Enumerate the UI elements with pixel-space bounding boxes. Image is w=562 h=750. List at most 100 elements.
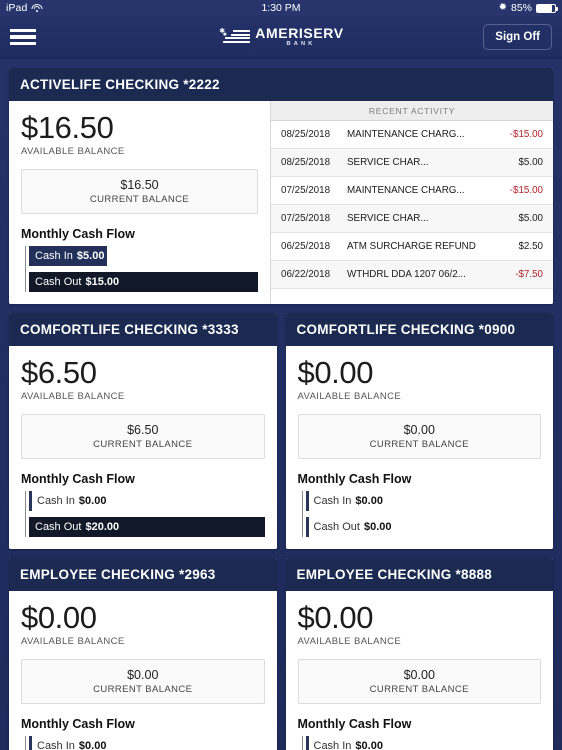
account-summary-pane: $0.00 AVAILABLE BALANCE $0.00 CURRENT BA… (286, 346, 554, 549)
account-card-title: EMPLOYEE CHECKING *8888 (285, 558, 553, 591)
current-balance-amount: $16.50 (120, 178, 159, 192)
current-balance-box: $0.00 CURRENT BALANCE (21, 659, 265, 704)
device-name: iPad (6, 2, 28, 14)
current-balance-box: $0.00 CURRENT BALANCE (297, 414, 541, 459)
cash-out-label: Cash Out (35, 521, 82, 533)
cash-in-zero-label: Cash In $0.00 (37, 736, 106, 750)
status-bar-right: ✹ 85% (498, 2, 558, 14)
cash-in-label: Cash In (37, 495, 75, 507)
available-balance-label: AVAILABLE BALANCE (297, 391, 402, 402)
brand-logo: ✱ ✱ AMERISERV BANK (0, 16, 562, 58)
recent-activity-header: RECENT ACTIVITY (271, 101, 553, 121)
monthly-cash-flow-chart: Cash In $0.00 Cash Out $0.00 (21, 736, 265, 750)
account-card-body: $0.00 AVAILABLE BALANCE $0.00 CURRENT BA… (285, 591, 554, 750)
available-balance-amount: $0.00 (21, 600, 97, 635)
cash-out-label: Cash Out (35, 276, 82, 288)
app-navigation-bar: ✱ ✱ AMERISERV BANK Sign Off (0, 16, 562, 59)
current-balance-label: CURRENT BALANCE (93, 439, 193, 450)
account-card-title: EMPLOYEE CHECKING *2963 (9, 558, 277, 591)
transaction-amount: -$7.50 (515, 269, 543, 280)
current-balance-amount: $0.00 (403, 668, 435, 682)
cash-in-bar-row: Cash In $0.00 (302, 491, 542, 511)
transaction-row[interactable]: 06/25/2018 ATM SURCHARGE REFUND $2.50 (271, 233, 553, 261)
hamburger-menu-icon[interactable] (10, 27, 36, 47)
current-balance-box: $6.50 CURRENT BALANCE (21, 414, 265, 459)
cash-in-bar-row: Cash In $0.00 (25, 736, 265, 750)
brand-name: AMERISERV (255, 25, 344, 41)
monthly-cash-flow-chart: Cash In $0.00 Cash Out $0.00 (298, 736, 542, 750)
account-card-body: $6.50 AVAILABLE BALANCE $6.50 CURRENT BA… (9, 346, 277, 549)
cash-in-value: $0.00 (78, 495, 107, 507)
brand-subtitle: BANK (286, 41, 316, 47)
cash-in-zero-label: Cash In $0.00 (314, 736, 383, 750)
available-balance-amount: $0.00 (297, 600, 374, 635)
account-card-title: COMFORTLIFE CHECKING *0900 (285, 313, 553, 346)
accounts-dashboard: ACTIVELIFE CHECKING *2222 $16.50 AVAILAB… (0, 59, 562, 750)
monthly-cash-flow-chart: Cash In $0.00 Cash Out $20.00 (21, 491, 265, 537)
cash-out-zero-label: Cash Out $0.00 (314, 517, 392, 537)
transaction-date: 07/25/2018 (281, 213, 331, 224)
transaction-amount: $2.50 (518, 241, 543, 252)
account-summary-pane: $0.00 AVAILABLE BALANCE $0.00 CURRENT BA… (286, 591, 554, 750)
transaction-description: WTHDRL DDA 1207 06/2... (347, 269, 466, 280)
cash-out-bar-row: Cash Out $20.00 (25, 517, 265, 537)
transaction-row[interactable]: 07/25/2018 MAINTENANCE CHARG... -$15.00 (271, 177, 553, 205)
transaction-amount: -$15.00 (509, 129, 543, 140)
cash-out-label: Cash Out (313, 521, 360, 533)
transaction-date: 08/25/2018 (281, 129, 331, 140)
transaction-row[interactable]: 06/22/2018 WTHDRL DDA 1207 06/2... -$7.50 (271, 261, 553, 289)
cash-out-bar: Cash Out $20.00 (29, 517, 265, 537)
account-card-activelife-2222[interactable]: ACTIVELIFE CHECKING *2222 $16.50 AVAILAB… (9, 68, 553, 304)
account-summary-pane: $0.00 AVAILABLE BALANCE $0.00 CURRENT BA… (9, 591, 277, 750)
cash-out-bar-row: Cash Out $15.00 (25, 272, 258, 292)
cash-in-label: Cash In (313, 740, 352, 750)
monthly-cash-flow-title: Monthly Cash Flow (297, 472, 412, 486)
brand-wordmark: AMERISERV BANK (255, 26, 343, 48)
account-summary-pane: $6.50 AVAILABLE BALANCE $6.50 CURRENT BA… (9, 346, 277, 549)
current-balance-label: CURRENT BALANCE (89, 194, 190, 205)
account-card-comfortlife-0900[interactable]: COMFORTLIFE CHECKING *0900 $0.00 AVAILAB… (285, 313, 554, 549)
cash-in-label: Cash In (37, 740, 75, 750)
status-bar-clock: 1:30 PM (261, 2, 301, 14)
monthly-cash-flow-title: Monthly Cash Flow (297, 717, 412, 731)
account-card-body: $16.50 AVAILABLE BALANCE $16.50 CURRENT … (9, 101, 553, 304)
cash-in-label: Cash In (35, 250, 73, 262)
sign-off-button[interactable]: Sign Off (483, 24, 552, 50)
monthly-cash-flow-title: Monthly Cash Flow (21, 717, 135, 731)
current-balance-box: $0.00 CURRENT BALANCE (297, 659, 541, 704)
cash-in-value: $0.00 (355, 495, 383, 507)
current-balance-amount: $0.00 (403, 423, 435, 437)
american-flag-icon: ✱ ✱ (218, 28, 251, 47)
cash-out-bar-row: Cash Out $0.00 (302, 517, 542, 537)
account-card-title: ACTIVELIFE CHECKING *2222 (9, 68, 553, 101)
current-balance-amount: $6.50 (127, 423, 159, 437)
current-balance-box: $16.50 CURRENT BALANCE (21, 169, 258, 214)
account-card-body: $0.00 AVAILABLE BALANCE $0.00 CURRENT BA… (285, 346, 554, 549)
account-card-comfortlife-3333[interactable]: COMFORTLIFE CHECKING *3333 $6.50 AVAILAB… (9, 313, 277, 549)
account-row-2: COMFORTLIFE CHECKING *3333 $6.50 AVAILAB… (9, 313, 553, 549)
cash-out-bar: Cash Out $15.00 (29, 272, 258, 292)
current-balance-label: CURRENT BALANCE (369, 439, 469, 450)
monthly-cash-flow-title: Monthly Cash Flow (21, 227, 135, 241)
account-card-body: $0.00 AVAILABLE BALANCE $0.00 CURRENT BA… (9, 591, 277, 750)
cash-in-bar (29, 491, 32, 511)
cash-in-bar (29, 736, 32, 750)
cash-in-zero-label: Cash In $0.00 (314, 491, 383, 511)
transaction-date: 07/25/2018 (281, 185, 331, 196)
available-balance-label: AVAILABLE BALANCE (21, 391, 125, 402)
cash-in-bar (305, 491, 309, 511)
cash-out-value: $15.00 (85, 276, 120, 288)
cash-in-value: $0.00 (355, 740, 383, 750)
bluetooth-icon: ✹ (498, 2, 507, 13)
cash-in-bar-row: Cash In $0.00 (302, 736, 542, 750)
account-summary-pane: $16.50 AVAILABLE BALANCE $16.50 CURRENT … (9, 101, 270, 304)
recent-activity-list[interactable]: 08/25/2018 MAINTENANCE CHARG... -$15.00 08/… (271, 121, 553, 289)
account-card-employee-2963[interactable]: EMPLOYEE CHECKING *2963 $0.00 AVAILABLE … (9, 558, 277, 750)
transaction-row[interactable]: 08/25/2018 MAINTENANCE CHARG... -$15.00 (271, 121, 553, 149)
current-balance-amount: $0.00 (127, 668, 159, 682)
transaction-row[interactable]: 08/25/2018 SERVICE CHAR... $5.00 (271, 149, 553, 177)
transaction-description: ATM SURCHARGE REFUND (347, 241, 476, 252)
cash-in-zero-label: Cash In $0.00 (37, 491, 106, 511)
transaction-row[interactable]: 07/25/2018 SERVICE CHAR... $5.00 (271, 205, 553, 233)
account-card-employee-8888[interactable]: EMPLOYEE CHECKING *8888 $0.00 AVAILABLE … (285, 558, 554, 750)
